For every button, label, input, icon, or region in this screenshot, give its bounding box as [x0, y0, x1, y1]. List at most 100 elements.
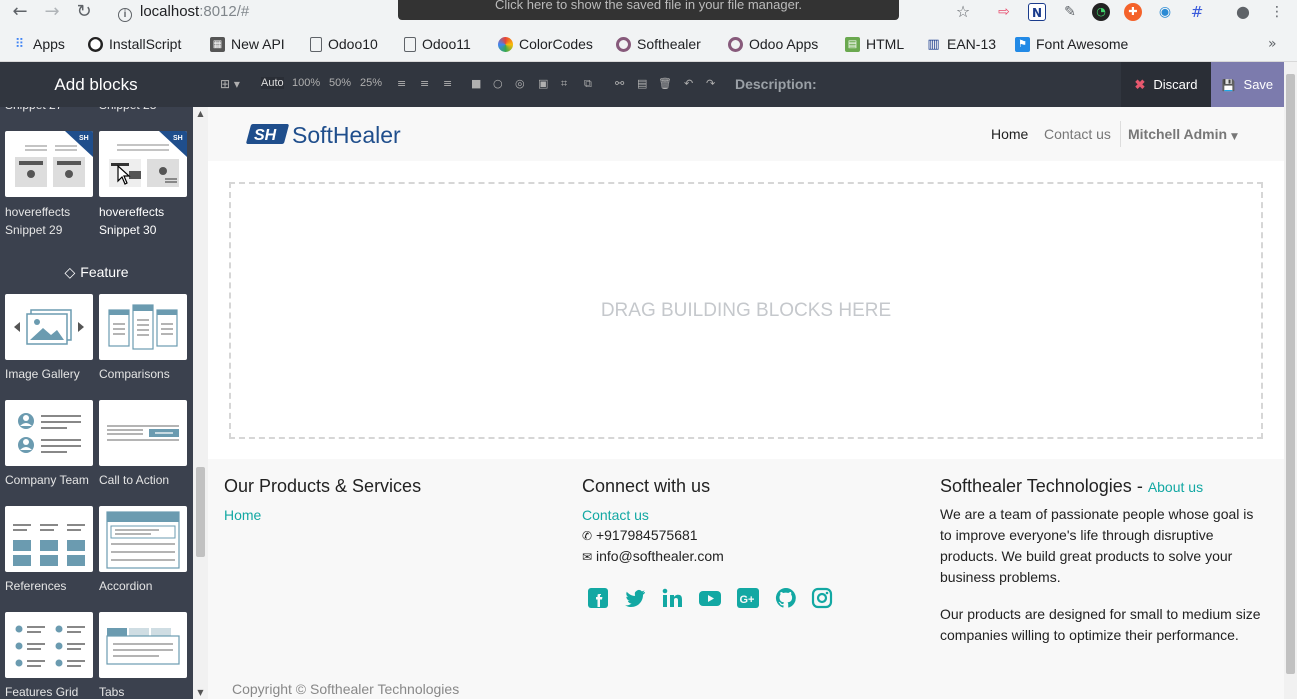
trash-icon[interactable]: 🗑: [658, 77, 672, 90]
scroll-up-icon[interactable]: ▲: [193, 109, 208, 118]
bookmark-colorcodes[interactable]: ColorCodes: [498, 35, 593, 53]
caret-down-icon: ▼: [1230, 132, 1238, 142]
site-footer: Our Products & Services Home Connect wit…: [208, 459, 1284, 699]
svg-text:G+: G+: [740, 594, 755, 606]
floppy-disk-icon: 💾: [1221, 79, 1236, 92]
crop-icon[interactable]: ⌗: [561, 77, 567, 91]
description-label[interactable]: Description:: [735, 76, 817, 92]
bookmark-font-awesome[interactable]: ⚑ Font Awesome: [1015, 35, 1128, 53]
extension-n-icon[interactable]: N: [1028, 3, 1046, 21]
tabs-preview-icon: [106, 628, 180, 665]
transform-icon[interactable]: ⧉: [584, 77, 592, 91]
youtube-icon[interactable]: [699, 587, 721, 609]
undo-icon[interactable]: ↶: [684, 77, 693, 90]
html-icon: ▤: [845, 36, 860, 52]
site-info-icon[interactable]: i: [118, 8, 132, 22]
odoo-circle-icon: [728, 36, 743, 52]
envelope-icon: ✉: [582, 550, 593, 564]
page-scroll-thumb[interactable]: [1286, 74, 1295, 674]
bookmark-label: Softhealer: [637, 36, 701, 52]
instagram-icon[interactable]: [811, 587, 833, 609]
sidebar-scroll-thumb[interactable]: [196, 467, 205, 557]
star-bookmark-icon[interactable]: ☆: [954, 3, 972, 21]
scroll-down-icon[interactable]: ▼: [193, 688, 208, 697]
image-gallery-thumbnail[interactable]: [5, 294, 93, 360]
browser-menu-icon[interactable]: ⋮: [1268, 3, 1286, 21]
github-icon[interactable]: [775, 587, 797, 609]
download-toast[interactable]: Click here to show the saved file in you…: [398, 0, 899, 20]
features-grid-thumbnail[interactable]: [5, 612, 93, 678]
size-50-button[interactable]: 50%: [329, 77, 351, 89]
tabs-thumbnail[interactable]: [99, 612, 187, 678]
extension-lifebuoy-icon[interactable]: ✚: [1124, 3, 1142, 21]
extension-globe-icon[interactable]: ◉: [1156, 3, 1174, 21]
bookmark-installscript[interactable]: ⬤ InstallScript: [88, 35, 181, 53]
bookmark-ean13[interactable]: ▥ EAN-13: [926, 35, 996, 53]
extension-pen-icon[interactable]: ✎: [1061, 3, 1079, 21]
odoo-circle-icon: [616, 36, 631, 52]
footer-home-link[interactable]: Home: [224, 507, 261, 523]
linkedin-icon[interactable]: [661, 587, 683, 609]
phone-icon: ✆: [582, 529, 593, 543]
twitter-icon[interactable]: [624, 587, 646, 609]
snippet-29-line1: hovereffects: [5, 205, 71, 219]
link-icon[interactable]: ⚯: [615, 77, 624, 90]
size-25-button[interactable]: 25%: [360, 77, 382, 89]
size-auto-button[interactable]: Auto: [261, 77, 284, 89]
reload-icon[interactable]: ↻: [72, 0, 96, 24]
accordion-thumbnail[interactable]: [99, 506, 187, 572]
call-to-action-thumbnail[interactable]: [99, 400, 187, 466]
extension-arrow-icon[interactable]: ⇨: [995, 3, 1013, 21]
save-button[interactable]: 💾 Save: [1211, 62, 1284, 107]
accordion-label: Accordion: [99, 579, 153, 593]
google-plus-icon[interactable]: G+: [737, 587, 759, 609]
shape-circle-icon[interactable]: ○: [493, 77, 503, 90]
nav-home[interactable]: Home: [991, 126, 1028, 142]
snippet-30-thumbnail[interactable]: SH: [99, 131, 187, 197]
align-left-icon[interactable]: ≡: [397, 77, 406, 90]
user-menu[interactable]: Mitchell Admin ▼: [1128, 126, 1238, 142]
address-bar[interactable]: i localhost:8012/#: [118, 1, 249, 23]
company-team-thumbnail[interactable]: [5, 400, 93, 466]
add-blocks-sidebar: Snippet 27 Snippet 28 Add blocks SH hove…: [0, 62, 208, 699]
drop-zone[interactable]: DRAG BUILDING BLOCKS HERE: [229, 182, 1263, 439]
layout-grid-icon[interactable]: ⊞ ▾: [220, 77, 240, 91]
bookmark-new-api[interactable]: ▦ New API: [210, 35, 285, 53]
references-thumbnail[interactable]: [5, 506, 93, 572]
comparisons-thumbnail[interactable]: [99, 294, 187, 360]
bookmark-apps[interactable]: ⠿ Apps: [12, 35, 65, 53]
redo-icon[interactable]: ↷: [706, 77, 715, 90]
profile-avatar-icon[interactable]: ●: [1234, 3, 1252, 21]
hovereffects-preview-icon: SH: [109, 131, 187, 187]
snippet-29-thumbnail[interactable]: SH: [5, 131, 93, 197]
bookmark-html[interactable]: ▤ HTML: [845, 35, 904, 53]
extension-grid-icon[interactable]: #: [1188, 3, 1206, 21]
nav-contact-us[interactable]: Contact us: [1044, 126, 1111, 142]
extension-gauge-icon[interactable]: ◔: [1092, 3, 1110, 21]
footer-contact-link[interactable]: Contact us: [582, 507, 649, 523]
bookmark-odoo-apps[interactable]: Odoo Apps: [728, 35, 818, 53]
bookmark-label: ColorCodes: [519, 36, 593, 52]
bookmarks-overflow-icon[interactable]: »: [1268, 35, 1277, 53]
snippet-30-label: hovereffects Snippet 30: [99, 203, 164, 239]
back-arrow-icon[interactable]: ←: [8, 0, 32, 24]
discard-button[interactable]: ✖ Discard: [1121, 62, 1211, 107]
forward-arrow-icon[interactable]: →: [40, 0, 64, 24]
about-us-link[interactable]: About us: [1148, 479, 1203, 495]
replace-image-icon[interactable]: ▤: [637, 77, 647, 90]
align-center-icon[interactable]: ≡: [420, 77, 429, 90]
facebook-icon[interactable]: [587, 587, 609, 609]
bookmark-odoo11[interactable]: Odoo11: [404, 35, 471, 53]
softhealer-logo[interactable]: SH SoftHealer: [246, 121, 436, 149]
bookmark-softhealer[interactable]: Softhealer: [616, 35, 701, 53]
snippet-29-line2: Snippet 29: [5, 223, 63, 237]
size-100-button[interactable]: 100%: [292, 77, 320, 89]
image-icon[interactable]: ▣: [538, 77, 548, 90]
bookmark-odoo10[interactable]: Odoo10: [310, 35, 378, 53]
sidebar-scrollbar[interactable]: ▲ ▼: [193, 107, 208, 699]
align-right-icon[interactable]: ≡: [443, 77, 452, 90]
shape-square-icon[interactable]: ■: [471, 77, 481, 90]
features-grid-label: Features Grid: [5, 685, 79, 699]
shape-thumbnail-icon[interactable]: ◎: [515, 77, 525, 90]
page-scrollbar[interactable]: [1284, 62, 1297, 699]
